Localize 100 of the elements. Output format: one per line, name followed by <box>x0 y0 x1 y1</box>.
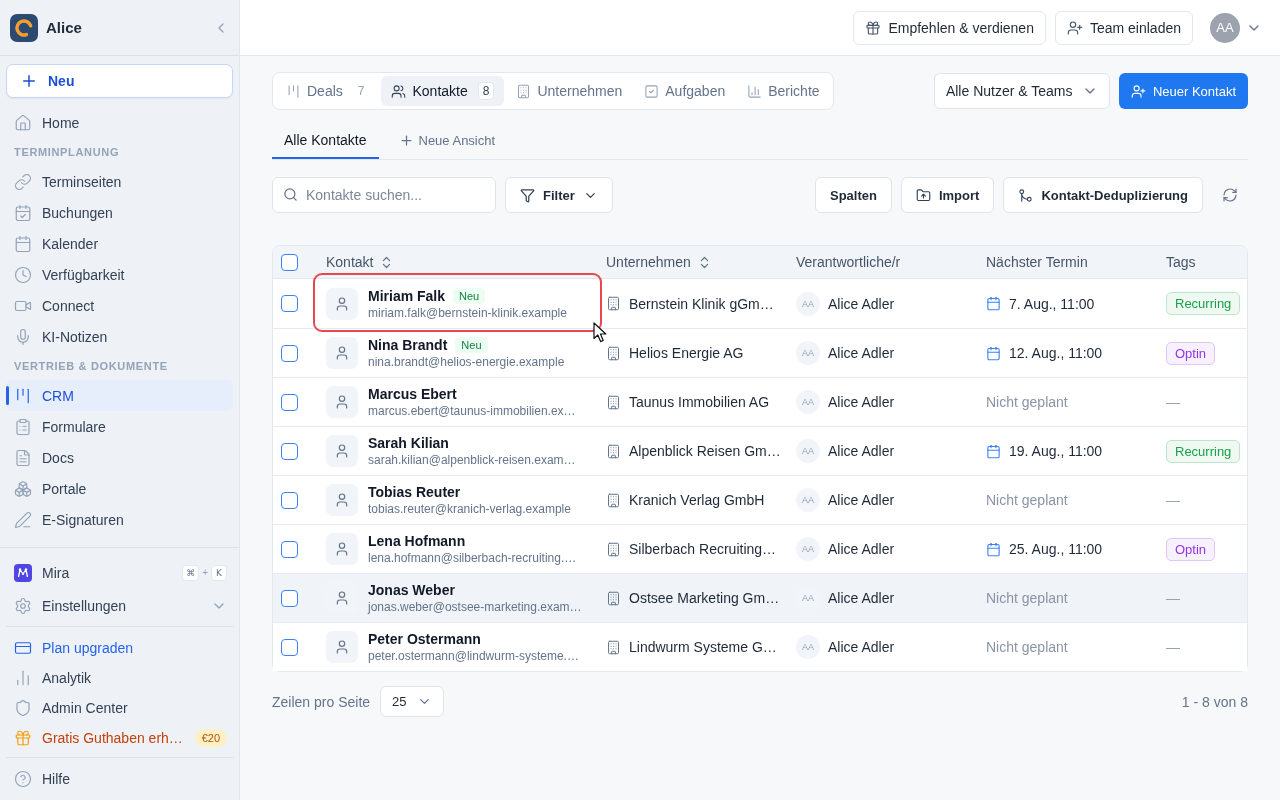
folder-upload-icon <box>915 187 931 203</box>
column-header[interactable]: Tags <box>1166 254 1196 270</box>
owner-name: Alice Adler <box>828 345 895 361</box>
row-checkbox[interactable] <box>281 295 298 312</box>
row-checkbox[interactable] <box>281 491 298 509</box>
sidebar-item[interactable]: Admin Center <box>6 693 227 723</box>
company-name: Taunus Immobilien AG <box>629 394 770 410</box>
row-checkbox[interactable] <box>281 589 298 607</box>
contact-email: marcus.ebert@taunus-immobilien.ex… <box>368 404 576 418</box>
owner-name: Alice Adler <box>828 541 895 557</box>
appointment-status: Nicht geplant <box>986 492 1068 508</box>
sidebar-item[interactable]: Connect <box>6 290 233 321</box>
empty-tag: — <box>1166 639 1180 655</box>
row-checkbox[interactable] <box>281 344 298 362</box>
select-all-checkbox[interactable] <box>281 253 298 271</box>
toolbar-button[interactable]: Kontakt-Deduplizierung <box>1003 177 1203 213</box>
contact-name[interactable]: Miriam Falk <box>368 287 446 304</box>
company-name: Bernstein Klinik gGm… <box>629 295 774 312</box>
top-button[interactable]: Team einladen <box>1054 10 1193 45</box>
new-button[interactable]: Neu <box>6 64 233 98</box>
page-size-select[interactable]: 25 <box>380 686 445 717</box>
contact-email: jonas.weber@ostsee-marketing.exam… <box>368 600 582 614</box>
empty-tag: — <box>1166 590 1180 606</box>
sidebar-item[interactable]: Plan upgraden <box>6 633 227 663</box>
sidebar-item[interactable]: Portale <box>6 473 233 504</box>
column-header[interactable]: Nächster Termin <box>986 254 1088 270</box>
sidebar-item[interactable]: Terminseiten <box>6 166 233 197</box>
pen-icon <box>14 510 32 529</box>
column-header[interactable]: Verantwortliche/r <box>796 254 901 270</box>
building-icon <box>606 639 621 655</box>
toolbar-button[interactable]: Import <box>900 177 995 213</box>
building-icon <box>606 541 621 557</box>
row-checkbox[interactable] <box>281 393 298 411</box>
row-checkbox[interactable] <box>281 442 298 460</box>
contact-email: miriam.falk@bernstein-klinik.example <box>368 305 567 320</box>
settings-icon <box>14 596 32 615</box>
key-cap: K <box>211 564 227 581</box>
contact-name[interactable]: Jonas Weber <box>368 582 455 598</box>
contact-name[interactable]: Lena Hofmann <box>368 533 466 549</box>
owner-filter-select[interactable]: Alle Nutzer & Teams <box>933 73 1110 109</box>
plus-icon <box>398 133 414 148</box>
view-tab[interactable]: Alle Kontakte <box>272 122 379 159</box>
module-tab[interactable]: Deals 7 <box>276 76 380 106</box>
contact-name[interactable]: Peter Ostermann <box>368 631 481 647</box>
module-tab[interactable]: Unternehmen <box>506 76 633 106</box>
sidebar-item[interactable]: Einstellungen <box>6 589 211 622</box>
sidebar-item[interactable]: Hilfe <box>6 764 227 794</box>
shield-icon <box>14 699 32 717</box>
person-avatar-icon <box>326 287 358 320</box>
table-row[interactable]: Jonas Weber jonas.weber@ostsee-marketing.exam… Ostsee Marketing Gm… AA Alice Adler Nicht geplant — <box>273 573 1247 622</box>
sidebar-item[interactable]: CRM <box>6 380 233 411</box>
owner-avatar: AA <box>796 341 820 365</box>
calendar-icon <box>986 296 1001 311</box>
contact-name[interactable]: Sarah Kilian <box>368 435 449 451</box>
new-badge: Neu <box>455 337 488 353</box>
sidebar-item[interactable]: Home <box>6 107 233 138</box>
sidebar-item[interactable]: Mira <box>6 556 183 589</box>
gift-icon <box>865 19 882 36</box>
filter-button[interactable]: Filter <box>505 177 613 213</box>
bar-chart-icon <box>747 83 763 99</box>
checkbox-icon <box>644 83 660 99</box>
top-button[interactable]: Empfehlen & verdienen <box>853 10 1046 45</box>
owner-name: Alice Adler <box>828 394 895 410</box>
sidebar-item[interactable]: Analytik <box>6 663 227 693</box>
contact-name[interactable]: Tobias Reuter <box>368 484 461 500</box>
module-tab[interactable]: Kontakte 8 <box>381 76 505 106</box>
column-header[interactable]: Unternehmen <box>606 254 712 270</box>
module-tab[interactable]: Berichte <box>737 76 830 106</box>
person-avatar-icon <box>326 435 358 467</box>
document-icon <box>14 448 32 467</box>
new-contact-button[interactable]: Neuer Kontakt <box>1118 73 1248 109</box>
section-label: VERTRIEB & DOKUMENTE <box>13 359 169 374</box>
search-icon <box>283 187 298 202</box>
row-checkbox[interactable] <box>281 540 298 558</box>
sidebar-item[interactable]: Buchungen <box>6 197 233 228</box>
owner-avatar: AA <box>796 390 820 414</box>
add-view-button[interactable]: Neue Ansicht <box>388 122 506 159</box>
sidebar-item[interactable]: Kalender <box>6 228 233 259</box>
owner-avatar: AA <box>796 439 820 463</box>
search-field[interactable]: Kontakte suchen... <box>272 177 496 213</box>
sidebar-item[interactable]: Docs <box>6 442 233 473</box>
module-tab[interactable]: Aufgaben <box>634 76 736 106</box>
table-row[interactable]: Peter Ostermann peter.ostermann@lindwurm-systeme.… Lindwurm Systeme G… AA Alice Adler Nicht geplant — <box>273 622 1247 671</box>
sidebar-item[interactable]: KI-Notizen <box>6 321 233 352</box>
user-plus-icon <box>1130 83 1146 99</box>
sidebar-item[interactable]: Verfügbarkeit <box>6 259 233 290</box>
contact-name[interactable]: Nina Brandt <box>368 337 448 353</box>
sidebar-item[interactable]: Gratis Guthaben erh… <box>6 723 195 753</box>
toolbar-button[interactable]: Spalten <box>814 177 892 213</box>
sidebar-item[interactable]: Formulare <box>6 411 233 442</box>
contact-name[interactable]: Marcus Ebert <box>368 386 457 402</box>
sidebar-item[interactable]: E-Signaturen <box>6 504 233 535</box>
row-checkbox[interactable] <box>281 638 298 656</box>
new-badge: Neu <box>453 287 486 304</box>
kanban-icon <box>286 83 301 99</box>
calendar-icon <box>986 443 1001 459</box>
column-header[interactable]: Kontakt <box>326 254 395 270</box>
tab-count: 8 <box>477 82 495 100</box>
shortcut-joiner: + <box>202 567 208 578</box>
contact-email: nina.brandt@helios-energie.example <box>368 355 565 369</box>
